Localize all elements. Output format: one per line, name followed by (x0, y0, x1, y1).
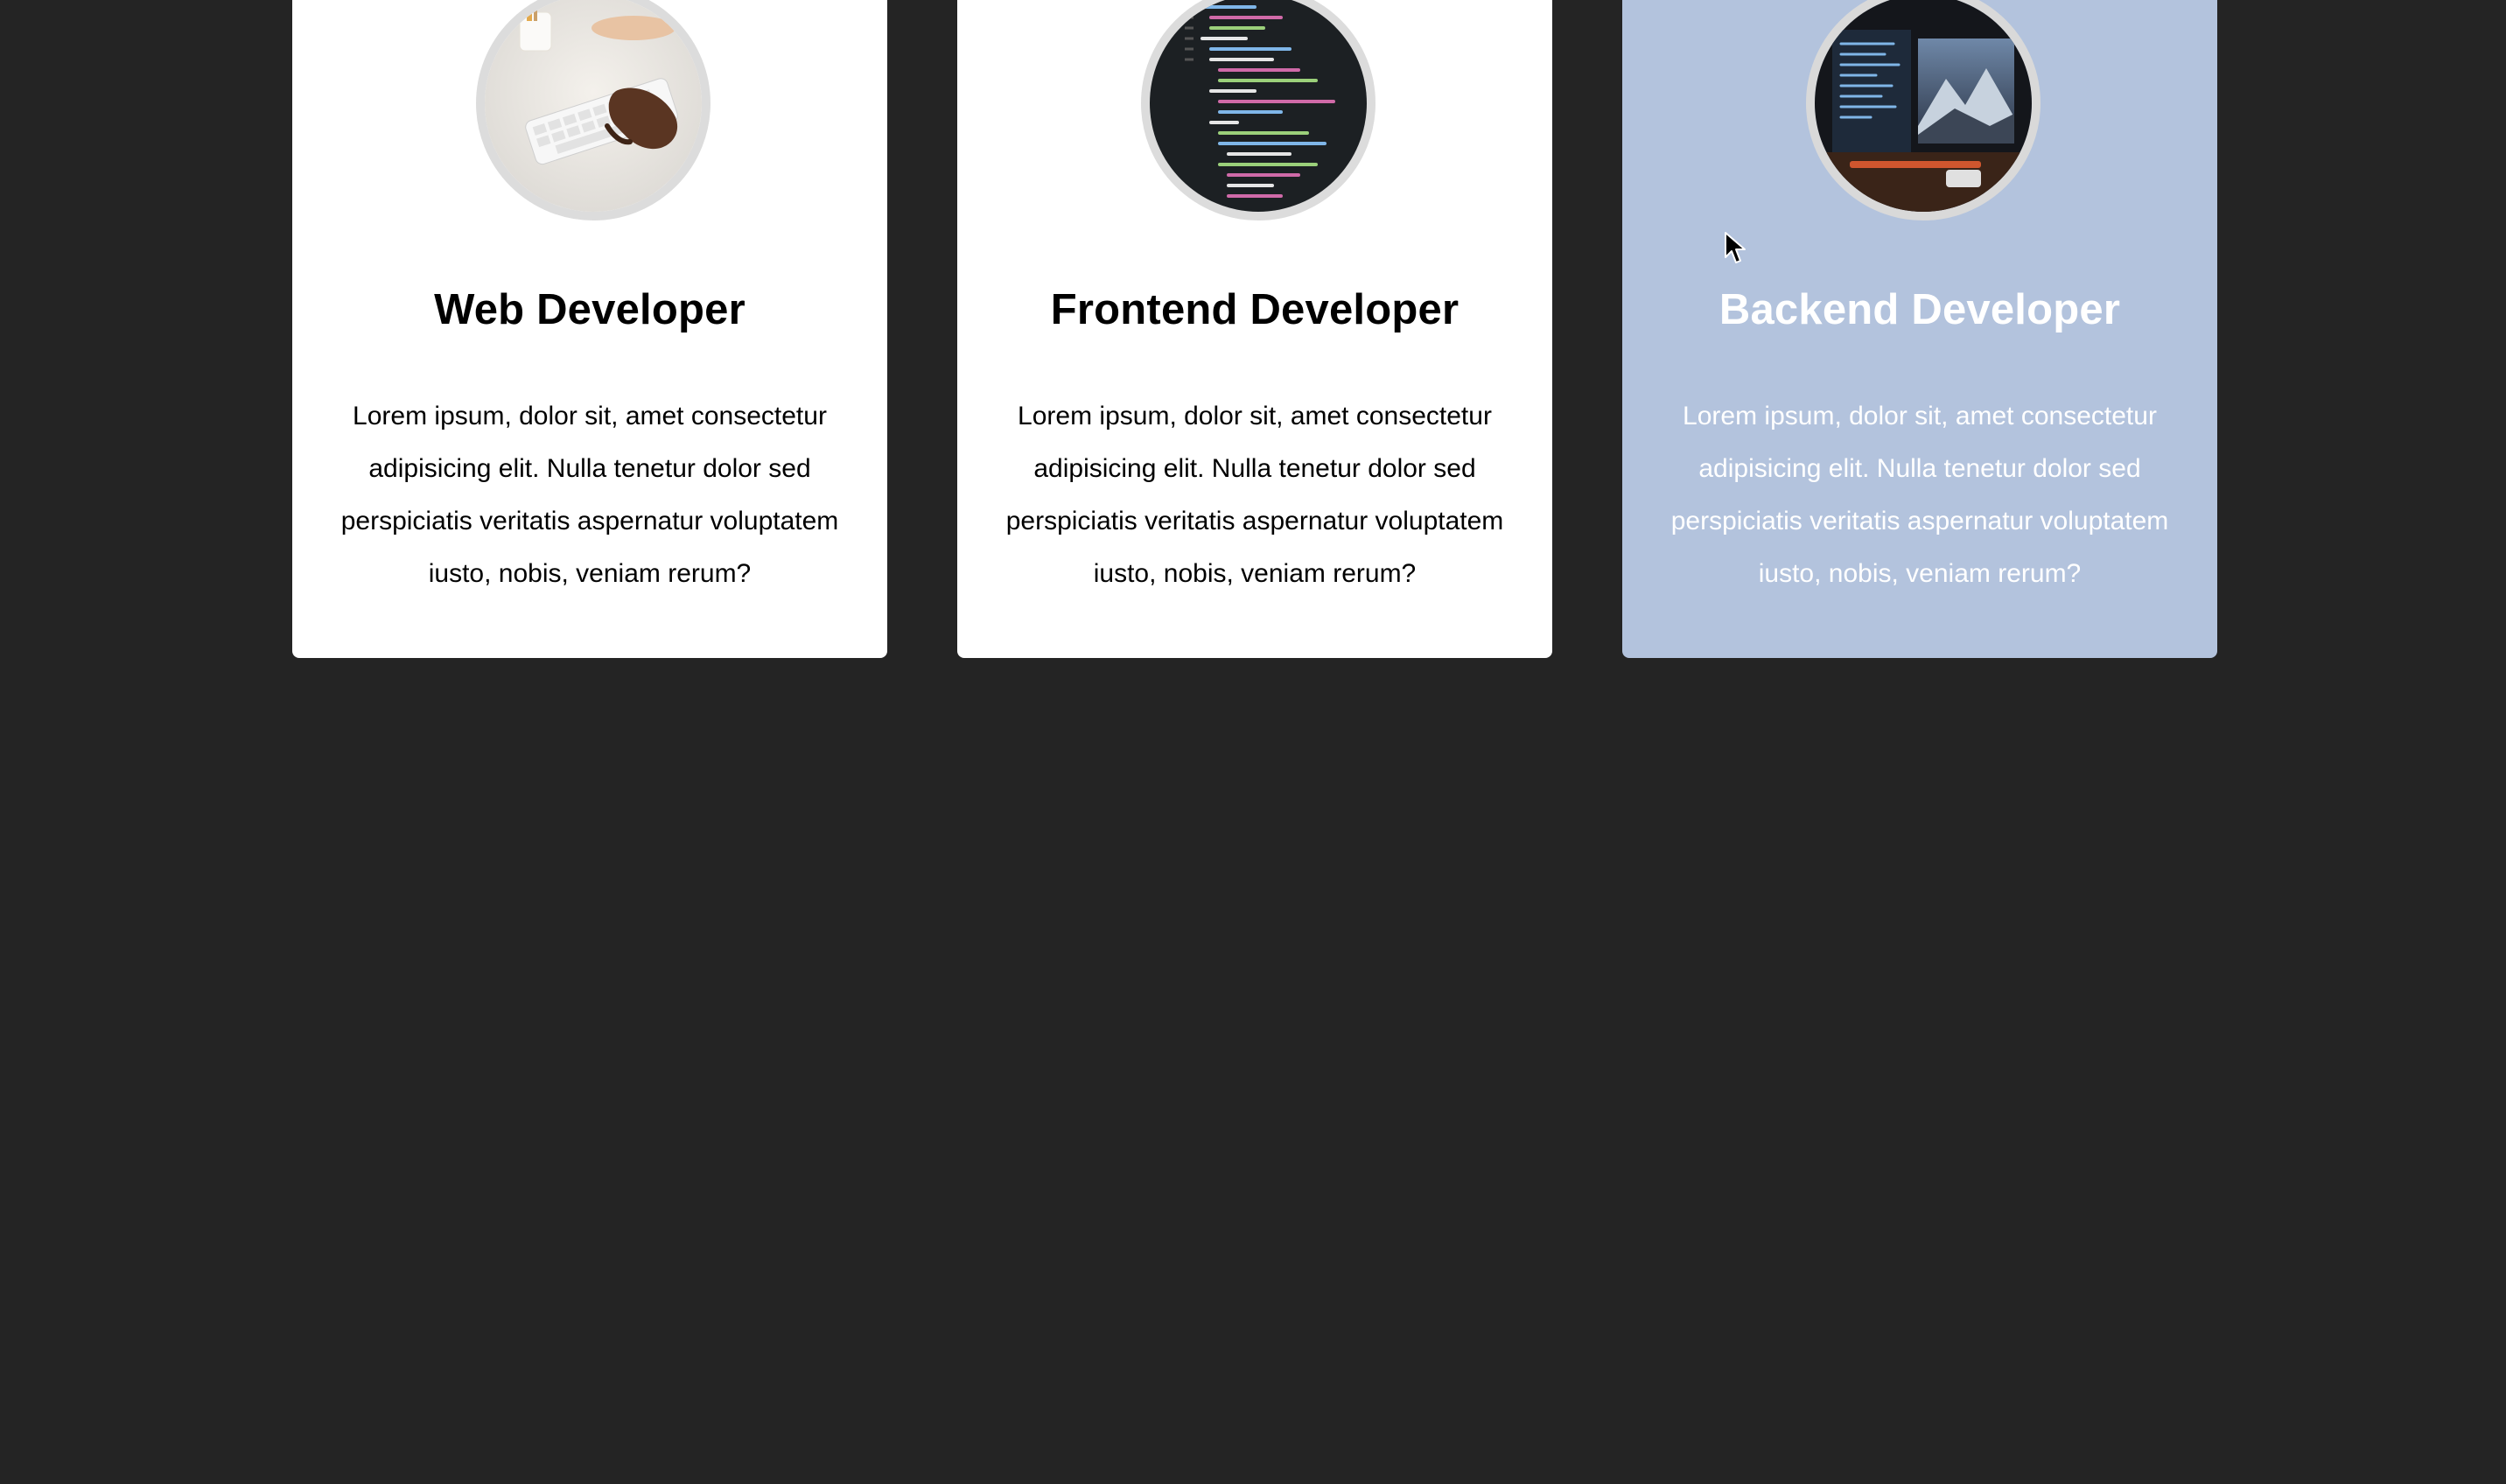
card-title: Backend Developer (1718, 286, 2121, 333)
page: Web Developer Lorem ipsum, dolor sit, am… (0, 0, 2506, 1484)
avatar-code-photo (1141, 0, 1376, 220)
card-description: Lorem ipsum, dolor sit, amet consectetur… (1005, 402, 1504, 588)
card-title: Frontend Developer (1050, 286, 1460, 333)
card-backend-developer[interactable]: Backend Developer Lorem ipsum, dolor sit… (1622, 0, 2217, 658)
card-description: Lorem ipsum, dolor sit, amet consectetur… (1670, 402, 2169, 588)
card-frontend-developer[interactable]: Frontend Developer Lorem ipsum, dolor si… (957, 0, 1552, 658)
card-title: Web Developer (434, 286, 746, 333)
card-description: Lorem ipsum, dolor sit, amet consectetur… (340, 402, 839, 588)
card-web-developer[interactable]: Web Developer Lorem ipsum, dolor sit, am… (292, 0, 887, 658)
monitor-setup-image (1815, 0, 2032, 212)
avatar-keyboard-photo (476, 0, 710, 220)
mouse-cursor-icon (1725, 232, 1746, 263)
keyboard-typing-image (485, 0, 702, 212)
avatar-monitor-photo (1806, 0, 2040, 220)
code-editor-image (1150, 0, 1367, 212)
